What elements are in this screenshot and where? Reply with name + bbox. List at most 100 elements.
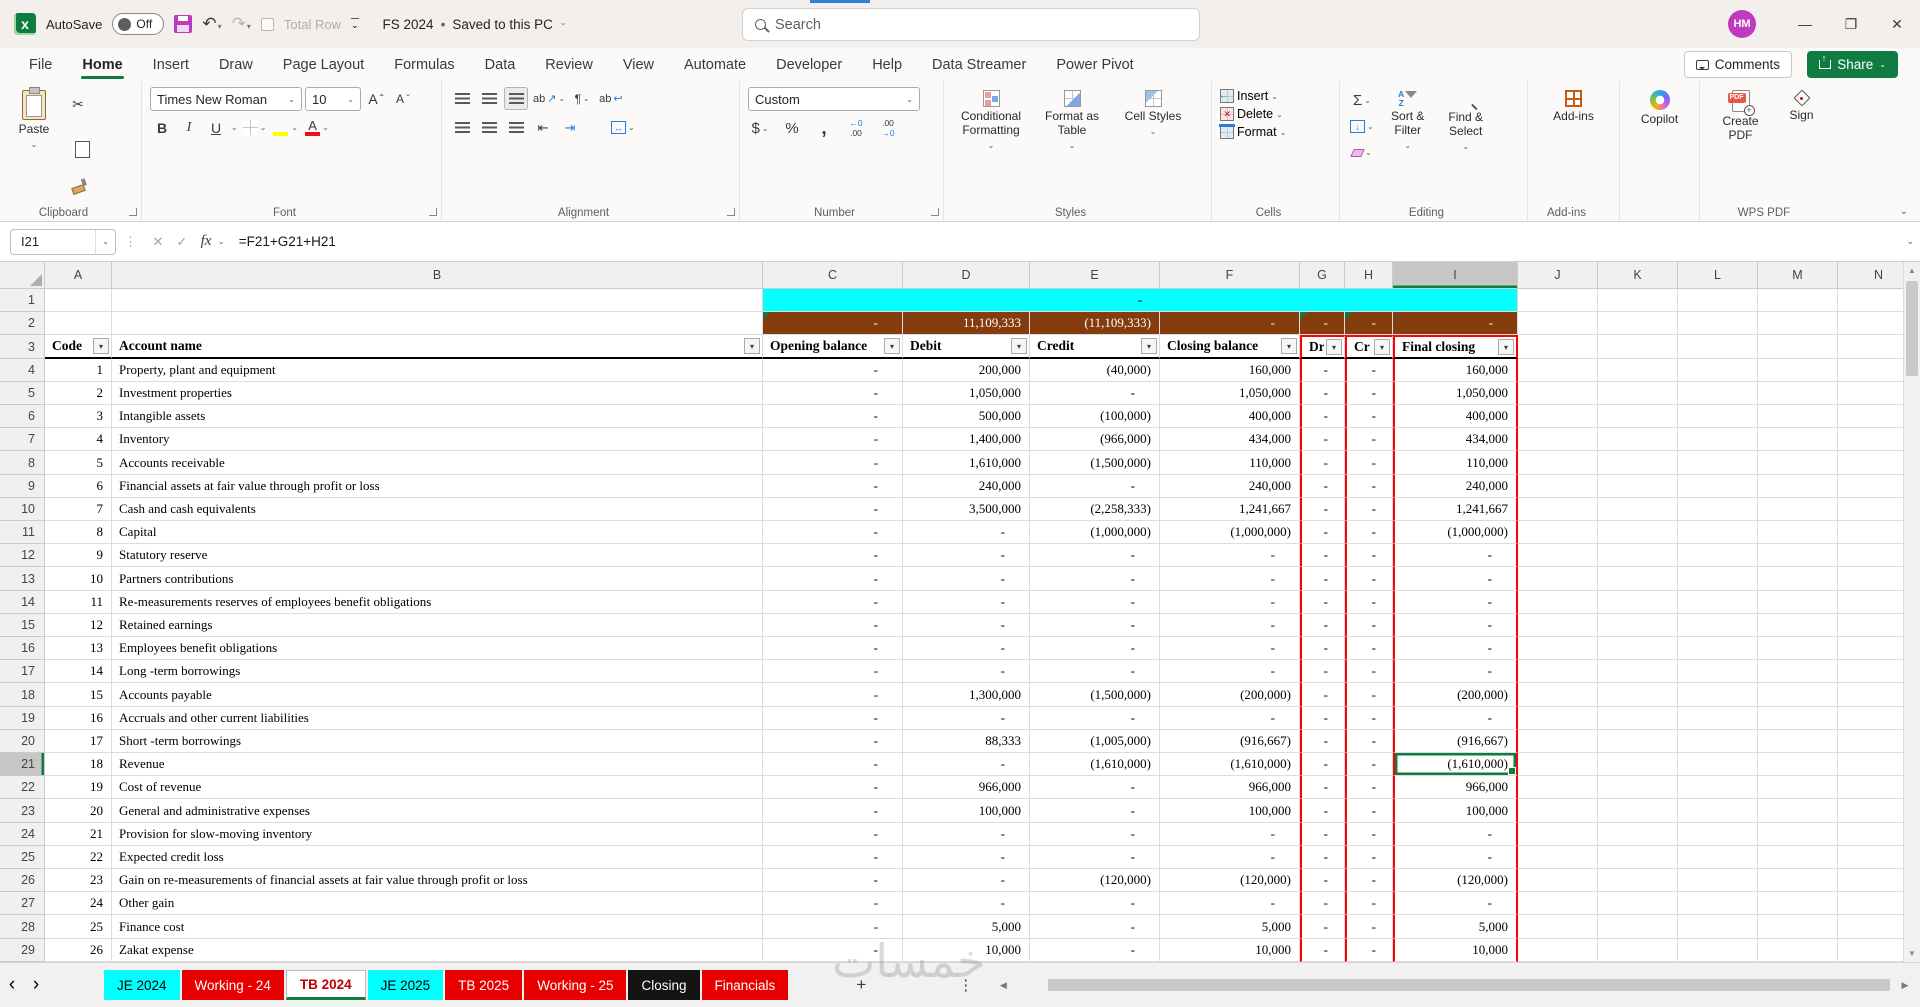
- sheet-options-icon[interactable]: ⋮: [958, 976, 974, 994]
- column-header-J[interactable]: J: [1518, 262, 1598, 289]
- cell-D5[interactable]: 1,050,000: [903, 381, 1030, 406]
- cell-M27[interactable]: [1758, 892, 1838, 916]
- cell-I9[interactable]: 240,000: [1393, 474, 1518, 498]
- cell-K12[interactable]: [1598, 544, 1678, 568]
- column-header-K[interactable]: K: [1598, 262, 1678, 289]
- ribbon-tab-home[interactable]: Home: [69, 52, 135, 79]
- create-pdf-button[interactable]: PDF + Create PDF: [1712, 87, 1770, 143]
- cell-I23[interactable]: 100,000: [1393, 799, 1518, 823]
- increase-decimal-button[interactable]: ←0.00: [844, 117, 868, 140]
- cell-J6[interactable]: [1518, 405, 1598, 429]
- cell-A25[interactable]: 22: [45, 845, 112, 870]
- cell-M14[interactable]: [1758, 590, 1838, 614]
- cell-J19[interactable]: [1518, 706, 1598, 730]
- cell-B29[interactable]: Zakat expense: [112, 938, 763, 962]
- cell-F25[interactable]: -: [1160, 845, 1300, 870]
- cell-F6[interactable]: 400,000: [1160, 405, 1300, 429]
- cell-styles-button[interactable]: Cell Styles ⌄: [1114, 87, 1192, 136]
- row-header-9[interactable]: 9: [0, 474, 45, 498]
- cell-I16[interactable]: -: [1393, 637, 1518, 661]
- cell-K24[interactable]: [1598, 822, 1678, 846]
- cell-H25[interactable]: -: [1345, 845, 1393, 870]
- column-header-E[interactable]: E: [1030, 262, 1160, 289]
- cell-G19[interactable]: -: [1300, 706, 1345, 730]
- cell-J7[interactable]: [1518, 428, 1598, 452]
- cell-E28[interactable]: -: [1030, 915, 1160, 939]
- row-header-21[interactable]: 21: [0, 753, 45, 777]
- cell-A6[interactable]: 3: [45, 405, 112, 429]
- cell-H12[interactable]: -: [1345, 544, 1393, 568]
- row-header-19[interactable]: 19: [0, 706, 45, 730]
- cell-D4[interactable]: 200,000: [903, 358, 1030, 382]
- scroll-up-icon[interactable]: ▲: [1904, 262, 1920, 279]
- cell-M13[interactable]: [1758, 567, 1838, 591]
- cell-C2[interactable]: -: [763, 312, 903, 336]
- cell-J27[interactable]: [1518, 892, 1598, 916]
- sheet-tab-je-2024[interactable]: JE 2024: [104, 970, 180, 1000]
- conditional-formatting-button[interactable]: Conditional Formatting ⌄: [952, 87, 1030, 150]
- ribbon-tab-power-pivot[interactable]: Power Pivot: [1043, 52, 1146, 78]
- cell-L11[interactable]: [1678, 521, 1758, 545]
- row-header-28[interactable]: 28: [0, 915, 45, 939]
- cell-B12[interactable]: Statutory reserve: [112, 544, 763, 568]
- cell-J8[interactable]: [1518, 451, 1598, 475]
- cell-D28[interactable]: 5,000: [903, 915, 1030, 939]
- cell-E16[interactable]: -: [1030, 637, 1160, 661]
- number-format-select[interactable]: Custom ⌄: [748, 87, 920, 111]
- header-cell-I3[interactable]: Final closing ▾: [1393, 335, 1518, 359]
- dialog-launcher-icon[interactable]: [429, 208, 437, 216]
- header-cell-F3[interactable]: Closing balance ▾: [1160, 335, 1300, 359]
- cell-F28[interactable]: 5,000: [1160, 915, 1300, 939]
- row-header-12[interactable]: 12: [0, 544, 45, 568]
- cell-L21[interactable]: [1678, 753, 1758, 777]
- cell-L4[interactable]: [1678, 358, 1758, 382]
- borders-button[interactable]: ⌄: [241, 116, 269, 139]
- cell-F2[interactable]: -: [1160, 312, 1300, 336]
- cell-A11[interactable]: 8: [45, 521, 112, 545]
- cell-D27[interactable]: -: [903, 892, 1030, 916]
- cell-B16[interactable]: Employees benefit obligations: [112, 637, 763, 661]
- cell-I6[interactable]: 400,000: [1393, 405, 1518, 429]
- find-select-button[interactable]: Find & Select ⌄: [1440, 87, 1492, 201]
- filter-icon[interactable]: ▾: [1498, 339, 1514, 355]
- drag-handle-icon[interactable]: ⋮: [124, 234, 138, 250]
- cell-E2[interactable]: (11,109,333): [1030, 312, 1160, 336]
- cell-J3[interactable]: [1518, 335, 1598, 359]
- cell-L10[interactable]: [1678, 497, 1758, 522]
- cell-M18[interactable]: [1758, 683, 1838, 707]
- cell-G17[interactable]: -: [1300, 660, 1345, 684]
- cell-M3[interactable]: [1758, 335, 1838, 359]
- cell-D29[interactable]: 10,000: [903, 938, 1030, 962]
- cell-G13[interactable]: -: [1300, 567, 1345, 591]
- cell-E20[interactable]: (1,005,000): [1030, 729, 1160, 754]
- cell-H9[interactable]: -: [1345, 474, 1393, 498]
- filter-icon[interactable]: ▾: [1326, 339, 1342, 355]
- cell-F17[interactable]: -: [1160, 660, 1300, 684]
- cell-K7[interactable]: [1598, 428, 1678, 452]
- filter-icon[interactable]: ▾: [1011, 338, 1027, 354]
- ribbon-tab-page-layout[interactable]: Page Layout: [270, 52, 377, 78]
- cell-G22[interactable]: -: [1300, 776, 1345, 800]
- cell-H24[interactable]: -: [1345, 822, 1393, 846]
- filter-icon[interactable]: ▾: [1374, 339, 1390, 355]
- ribbon-tab-data-streamer[interactable]: Data Streamer: [919, 52, 1039, 78]
- cell-G2[interactable]: -: [1300, 312, 1345, 336]
- cell-L13[interactable]: [1678, 567, 1758, 591]
- filter-icon[interactable]: ▾: [1141, 338, 1157, 354]
- cell-H21[interactable]: -: [1345, 753, 1393, 777]
- cell-E9[interactable]: -: [1030, 474, 1160, 498]
- cell-G14[interactable]: -: [1300, 590, 1345, 614]
- cell-G4[interactable]: -: [1300, 358, 1345, 382]
- cell-M25[interactable]: [1758, 845, 1838, 870]
- cell-C13[interactable]: -: [763, 567, 903, 591]
- cell-G15[interactable]: -: [1300, 613, 1345, 638]
- cell-G11[interactable]: -: [1300, 521, 1345, 545]
- cell-L7[interactable]: [1678, 428, 1758, 452]
- cell-H27[interactable]: -: [1345, 892, 1393, 916]
- sheet-tab-working---24[interactable]: Working - 24: [181, 970, 284, 1000]
- cell-I22[interactable]: 966,000: [1393, 776, 1518, 800]
- dialog-launcher-icon[interactable]: [129, 208, 137, 216]
- sheet-tab-closing[interactable]: Closing: [628, 970, 700, 1000]
- cell-H7[interactable]: -: [1345, 428, 1393, 452]
- wrap-text-button[interactable]: ab ↩: [597, 87, 624, 110]
